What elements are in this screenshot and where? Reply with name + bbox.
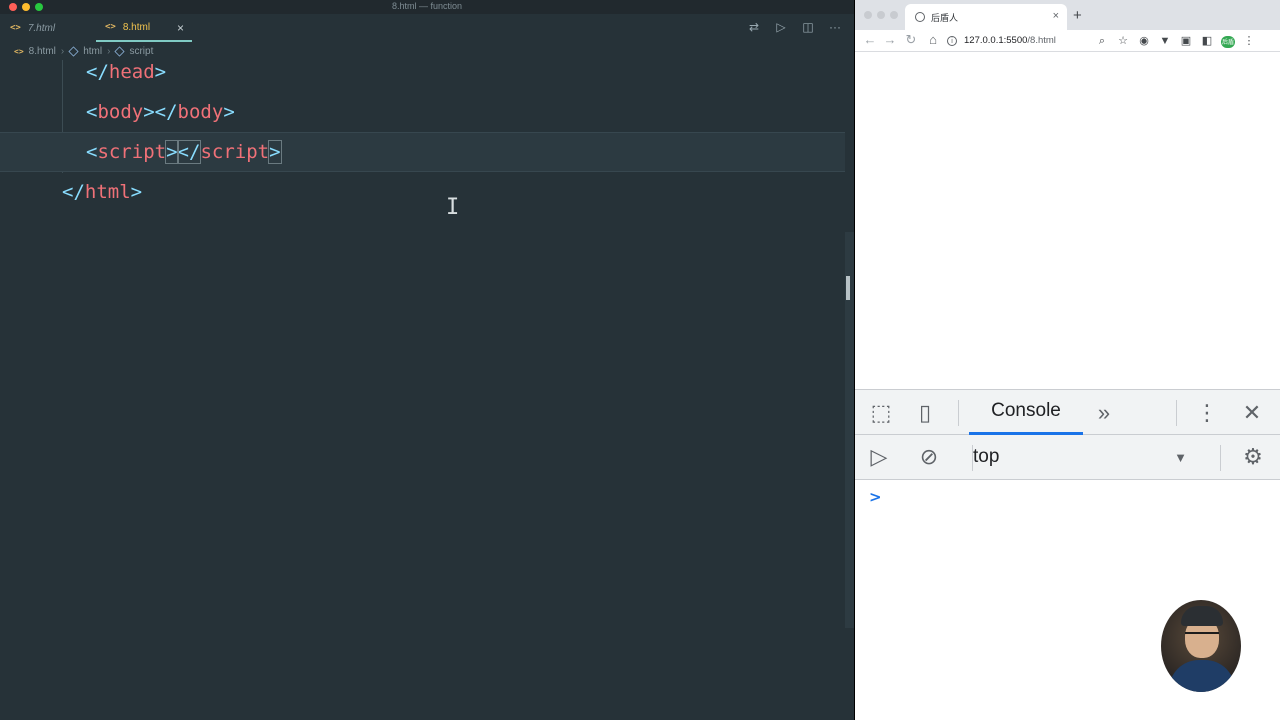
url-host: 127.0.0.1	[964, 35, 1004, 46]
code-punctuation: <	[86, 101, 98, 123]
devtools-tabbar: ⬚ ▯ Console » ⋮ ✕	[855, 390, 1280, 435]
bookmark-star-icon[interactable]: ☆	[1116, 34, 1130, 48]
context-selector-value: top	[973, 446, 1000, 467]
code-tag: html	[84, 181, 131, 203]
browser-menu-icon[interactable]: ⋮	[1242, 34, 1256, 48]
html-file-icon: <>	[105, 22, 116, 32]
page-viewport[interactable]	[855, 53, 1280, 389]
code-punctuation: </	[86, 61, 109, 83]
close-tab-icon[interactable]: ×	[1053, 10, 1059, 22]
editor-tab-label: 7.html	[27, 22, 56, 34]
code-punctuation: </	[62, 181, 85, 203]
code-line[interactable]: <body></body>	[0, 92, 845, 132]
code-tag: script	[200, 141, 270, 163]
home-icon[interactable]: ⌂	[926, 33, 940, 47]
browser-tab-title: 后盾人	[931, 12, 959, 23]
code-line[interactable]: </head>	[0, 52, 845, 92]
editor-tab-8-html[interactable]: <> 8.html ×	[96, 14, 192, 42]
close-tab-icon[interactable]: ×	[177, 21, 184, 35]
code-punctuation: <	[86, 141, 98, 163]
browser-toolbar-icons: ⌕ ☆ ◉ ▼ ▣ ◧ 后盾 ⋮	[1095, 34, 1256, 48]
context-selector[interactable]: top ▼	[973, 444, 1195, 470]
zoom-icon[interactable]: ⌕	[1095, 34, 1109, 48]
gear-icon[interactable]: ⚙	[1239, 444, 1267, 470]
code-line[interactable]: </html>	[0, 172, 845, 212]
presenter-glasses	[1185, 632, 1219, 640]
code-tag: body	[97, 101, 144, 123]
code-line-current[interactable]: <script></script>	[0, 132, 845, 172]
caret-down-icon: ▼	[1174, 450, 1187, 465]
divider	[1176, 400, 1177, 426]
editor-titlebar: 8.html — function	[0, 0, 854, 14]
divider	[1220, 445, 1221, 471]
presenter-body	[1169, 660, 1235, 692]
more-tabs-icon[interactable]: »	[1093, 400, 1115, 426]
clear-console-icon[interactable]: ⊘	[915, 444, 943, 470]
presenter-cap	[1181, 606, 1223, 626]
maximize-window-button[interactable]	[890, 11, 898, 19]
editor-tab-7-html[interactable]: <> 7.html	[10, 14, 96, 42]
compare-changes-icon[interactable]: ⇄	[747, 20, 761, 34]
run-icon[interactable]: ▷	[774, 20, 788, 34]
code-punctuation: >	[154, 61, 167, 83]
globe-icon	[915, 12, 925, 22]
code-punctuation: ></	[143, 101, 178, 123]
divider	[958, 400, 959, 426]
editor-scrollbar-thumb[interactable]	[846, 276, 850, 300]
code-tag: head	[108, 61, 155, 83]
browser-toolbar: ← → ↻ ⌂ i 127.0.0.1:5500/8.html ⌕ ☆ ◉ ▼ …	[855, 30, 1280, 52]
more-actions-icon[interactable]: ···	[828, 20, 842, 34]
code-punctuation: >	[223, 101, 235, 123]
code-punctuation-matched: >	[268, 140, 282, 164]
minimize-window-button[interactable]	[877, 11, 885, 19]
code-tag: body	[177, 101, 224, 123]
forward-arrow-icon[interactable]: →	[883, 33, 897, 47]
close-devtools-icon[interactable]: ✕	[1239, 400, 1265, 426]
text-cursor-icon: I	[446, 195, 460, 220]
devtools-menu-icon[interactable]: ⋮	[1194, 400, 1220, 426]
inspect-element-icon[interactable]: ⬚	[867, 400, 895, 426]
tab-console[interactable]: Console	[969, 390, 1083, 435]
code-punctuation-matched: >	[165, 140, 179, 164]
editor-tab-label: 8.html	[122, 21, 151, 33]
browser-tab[interactable]: 后盾人 ×	[905, 4, 1067, 30]
reload-icon[interactable]: ↻	[904, 33, 918, 47]
console-prompt[interactable]: >	[869, 488, 882, 506]
avatar: 后盾	[1221, 36, 1235, 48]
url-path: /8.html	[1027, 35, 1056, 46]
device-toolbar-icon[interactable]: ▯	[911, 400, 939, 426]
code-editor-window: 8.html — function <> 7.html <> 8.html × …	[0, 0, 854, 720]
console-toolbar: ▷ ⊘ top ▼ ⚙	[855, 435, 1280, 480]
extension-icon[interactable]: ▼	[1158, 34, 1172, 48]
extension-icon[interactable]: ◧	[1200, 34, 1214, 48]
code-tag: script	[97, 141, 167, 163]
html-file-icon: <>	[10, 23, 21, 33]
editor-tabbar: <> 7.html <> 8.html ×	[0, 14, 854, 42]
window-title: 8.html — function	[391, 1, 463, 11]
webcam-overlay	[1161, 600, 1241, 692]
extension-icon[interactable]: ◉	[1137, 34, 1151, 48]
back-arrow-icon[interactable]: ←	[863, 33, 877, 47]
url-port: :5500	[1003, 35, 1028, 46]
code-punctuation: >	[130, 181, 143, 203]
profile-avatar[interactable]: 后盾	[1221, 34, 1235, 48]
extension-icon[interactable]: ▣	[1179, 34, 1193, 48]
new-tab-button[interactable]: +	[1073, 7, 1082, 24]
editor-actions: ⇄ ▷ ◫ ···	[747, 20, 842, 34]
close-window-button[interactable]	[864, 11, 872, 19]
site-info-icon[interactable]: i	[947, 35, 957, 46]
split-editor-icon[interactable]: ◫	[801, 20, 815, 34]
show-sidebar-icon[interactable]: ▷	[865, 444, 893, 470]
code-punctuation-matched: </	[176, 140, 202, 164]
browser-tabstrip: 后盾人 × +	[855, 0, 1280, 30]
